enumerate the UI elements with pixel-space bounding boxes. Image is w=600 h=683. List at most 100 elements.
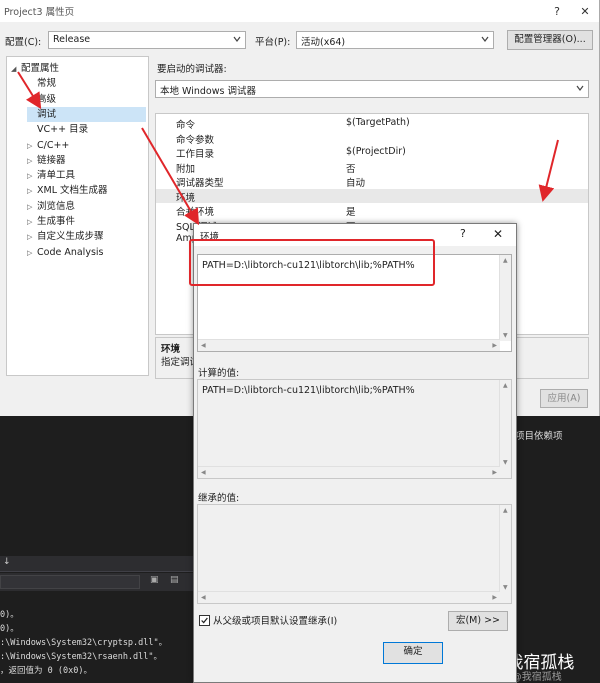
toolbar-icon[interactable]: ▤ bbox=[170, 575, 179, 585]
tree-item[interactable]: ◢ 配置属性 bbox=[11, 61, 146, 76]
scroll-down-icon[interactable]: ▼ bbox=[503, 332, 508, 339]
tree-item[interactable]: ▷ 生成事件 bbox=[27, 214, 146, 229]
tree-item-label: C/C++ bbox=[37, 139, 70, 151]
property-name: 调试器类型 bbox=[176, 178, 224, 189]
output-source-combo[interactable] bbox=[0, 575, 140, 589]
property-value: $(ProjectDir) bbox=[346, 146, 406, 157]
tree-item[interactable]: ▷ 自定义生成步骤 bbox=[27, 229, 146, 244]
expander-icon[interactable]: ▷ bbox=[27, 215, 37, 230]
tree-item[interactable]: ▷ C/C++ bbox=[27, 138, 146, 153]
vertical-scrollbar[interactable]: ▲ ▼ bbox=[499, 380, 511, 468]
vertical-scrollbar[interactable]: ▲ ▼ bbox=[499, 255, 511, 341]
config-row: 配置(C): Release 平台(P): 活动(x64) 配置管理器(O)..… bbox=[0, 30, 600, 52]
horizontal-scrollbar[interactable]: ◀ ▶ bbox=[198, 591, 500, 603]
computed-value-textarea: PATH=D:\libtorch-cu121\libtorch\lib;%PAT… bbox=[197, 379, 512, 479]
tree-item-label: XML 文档生成器 bbox=[37, 185, 108, 197]
inherit-checkbox[interactable] bbox=[199, 614, 210, 626]
property-row[interactable]: 调试器类型 自动 bbox=[156, 174, 588, 189]
tree-item[interactable]: ▷ 链接器 bbox=[27, 153, 146, 168]
expander-icon[interactable]: ▷ bbox=[27, 200, 37, 215]
computed-value-label: 计算的值: bbox=[198, 368, 240, 379]
close-icon[interactable]: ✕ bbox=[571, 5, 599, 18]
config-value: Release bbox=[53, 34, 91, 45]
property-name: 工作目录 bbox=[176, 149, 215, 160]
tree-item[interactable]: ▷ XML 文档生成器 bbox=[27, 183, 146, 198]
output-line: :\Windows\System32\rsaenh.dll"。 bbox=[0, 652, 163, 662]
horizontal-scrollbar[interactable]: ◀ ▶ bbox=[198, 339, 500, 351]
property-row[interactable]: 合并环境 是 bbox=[156, 203, 588, 218]
property-row[interactable]: 命令参数 bbox=[156, 131, 588, 146]
scroll-right-icon[interactable]: ▶ bbox=[492, 469, 497, 476]
tree-item[interactable]: ▷ 清单工具 bbox=[27, 168, 146, 183]
output-line: 0)。 bbox=[0, 610, 19, 620]
scroll-down-icon[interactable]: ▼ bbox=[503, 584, 508, 591]
toolbar-icon[interactable]: ▣ bbox=[150, 575, 159, 585]
scroll-down-icon[interactable]: ▼ bbox=[503, 459, 508, 466]
scroll-up-icon[interactable]: ▲ bbox=[503, 382, 508, 389]
tree-item[interactable]: 常规 bbox=[27, 76, 146, 91]
chevron-down-icon bbox=[576, 85, 584, 91]
close-icon[interactable]: ✕ bbox=[493, 227, 503, 241]
debugger-combo[interactable]: 本地 Windows 调试器 bbox=[155, 80, 589, 98]
output-line: 0)。 bbox=[0, 624, 19, 634]
help-icon[interactable]: ? bbox=[543, 5, 571, 18]
scroll-right-icon[interactable]: ▶ bbox=[492, 594, 497, 601]
property-tree: ◢ 配置属性 常规 高级 调试 VC++ 目录 ▷ C/C++ ▷ 链接器 ▷ 清单工具 ▷ XML 文档… bbox=[6, 56, 149, 376]
platform-combo[interactable]: 活动(x64) bbox=[296, 31, 494, 49]
computed-value-text: PATH=D:\libtorch-cu121\libtorch\lib;%PAT… bbox=[202, 385, 415, 396]
property-value: 否 bbox=[346, 163, 356, 175]
tree-item-label: 生成事件 bbox=[37, 216, 76, 227]
config-manager-button[interactable]: 配置管理器(O)... bbox=[507, 30, 593, 50]
expander-icon[interactable]: ▷ bbox=[27, 230, 37, 245]
config-combo[interactable]: Release bbox=[48, 31, 246, 49]
expander-icon[interactable]: ▷ bbox=[27, 154, 37, 169]
tree-item-label: 常规 bbox=[37, 78, 57, 90]
property-row[interactable]: 命令 $(TargetPath) bbox=[156, 116, 588, 131]
window-titlebar: Project3 属性页 ? ✕ bbox=[0, 0, 599, 22]
expander-icon[interactable]: ▷ bbox=[27, 139, 37, 154]
expander-icon[interactable]: ▷ bbox=[27, 184, 37, 199]
environment-dialog: 环境 ? ✕ PATH=D:\libtorch-cu121\libtorch\l… bbox=[193, 223, 517, 683]
horizontal-scrollbar[interactable]: ◀ ▶ bbox=[198, 466, 500, 478]
tree-item-label: Code Analysis bbox=[37, 246, 104, 258]
annotation-highlight-box bbox=[189, 239, 435, 286]
tree-item[interactable]: ▷ Code Analysis bbox=[27, 245, 146, 260]
tree-item-label: 调试 bbox=[37, 108, 57, 120]
macro-button[interactable]: 宏(M) >> bbox=[448, 611, 508, 631]
scroll-left-icon[interactable]: ◀ bbox=[201, 342, 206, 349]
inherit-checkbox-row[interactable]: 从父级或项目默认设置继承(I) bbox=[199, 613, 337, 627]
scroll-left-icon[interactable]: ◀ bbox=[201, 594, 206, 601]
scroll-left-icon[interactable]: ◀ bbox=[201, 469, 206, 476]
vertical-scrollbar[interactable]: ▲ ▼ bbox=[499, 505, 511, 593]
property-row[interactable]: 附加 否 bbox=[156, 160, 588, 175]
output-line: :\Windows\System32\cryptsp.dll"。 bbox=[0, 638, 168, 648]
expander-icon[interactable]: ▷ bbox=[27, 169, 37, 184]
expander-icon[interactable]: ▷ bbox=[27, 246, 37, 261]
tree-item-label: 浏览信息 bbox=[37, 200, 76, 212]
chevron-down-icon bbox=[481, 36, 489, 42]
expander-icon[interactable]: ◢ bbox=[11, 62, 21, 77]
tree-item-label: 自定义生成步骤 bbox=[37, 231, 104, 243]
apply-button[interactable]: 应用(A) bbox=[540, 389, 588, 408]
project-dependencies-label[interactable]: 项目依赖项 bbox=[515, 428, 563, 442]
ide-output-toolbar: ▣ ▤ bbox=[0, 573, 196, 591]
tree-item[interactable]: VC++ 目录 bbox=[27, 122, 146, 137]
help-icon[interactable]: ? bbox=[460, 227, 466, 240]
output-window: 0)。 0)。 :\Windows\System32\cryptsp.dll"。 :\… bbox=[0, 608, 196, 678]
property-name: 附加 bbox=[176, 163, 196, 175]
property-row[interactable]: 环境 bbox=[156, 188, 588, 204]
property-name: 合并环境 bbox=[176, 207, 215, 218]
scroll-up-icon[interactable]: ▲ bbox=[503, 257, 508, 264]
config-label: 配置(C): bbox=[5, 37, 42, 48]
window-title: Project3 属性页 bbox=[4, 7, 75, 18]
debugger-value: 本地 Windows 调试器 bbox=[160, 86, 256, 97]
scroll-up-icon[interactable]: ▲ bbox=[503, 507, 508, 514]
ide-toolbar: ↓ bbox=[0, 556, 196, 572]
tree-item[interactable]: 调试 bbox=[27, 106, 146, 122]
tree-item[interactable]: ▷ 浏览信息 bbox=[27, 199, 146, 214]
scroll-right-icon[interactable]: ▶ bbox=[492, 342, 497, 349]
property-row[interactable]: 工作目录 $(ProjectDir) bbox=[156, 145, 588, 160]
property-name: 环境 bbox=[176, 192, 196, 204]
ok-button[interactable]: 确定 bbox=[383, 642, 443, 664]
tree-item[interactable]: 高级 bbox=[27, 92, 146, 107]
